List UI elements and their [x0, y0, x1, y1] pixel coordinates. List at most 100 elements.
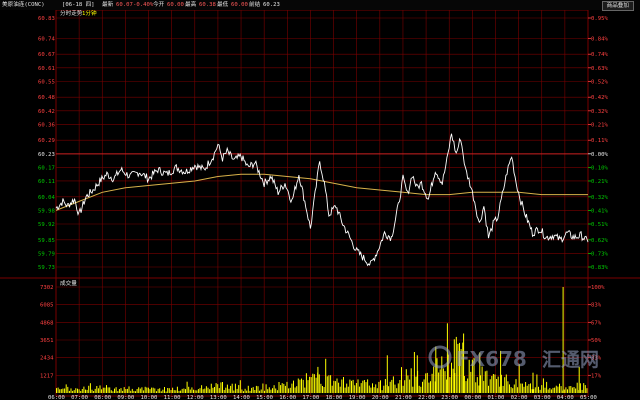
volume-bar: [410, 368, 412, 393]
volume-bar: [370, 387, 372, 393]
volume-bar: [226, 384, 228, 393]
volume-bar: [336, 378, 338, 393]
volume-bar: [65, 384, 67, 393]
volume-bar: [64, 388, 66, 393]
volume-bar: [449, 377, 451, 393]
volume-bar: [494, 374, 496, 393]
chart-canvas[interactable]: 60.83 0.95% 60.74 0.84% 60.67 0.74% 60.61 0.63%…: [0, 0, 640, 400]
volume-bar: [241, 389, 243, 393]
volume-bar: [144, 386, 146, 393]
volume-bar: [310, 377, 312, 393]
volume-bar: [215, 383, 217, 393]
volume-bar: [515, 379, 517, 393]
volume-bar: [373, 387, 375, 393]
volume-bar: [318, 374, 320, 393]
volume-bar: [146, 387, 148, 393]
time-axis-label: 00:00: [464, 395, 481, 400]
price-axis-label: 60.23: [38, 152, 55, 158]
volume-bar: [301, 378, 302, 393]
volume-bar: [85, 389, 86, 393]
volume-bar: [110, 390, 112, 393]
volume-bar: [236, 388, 238, 393]
volume-bar: [160, 391, 162, 393]
volume-bar: [488, 385, 489, 393]
price-axis-label: 59.79: [38, 251, 55, 257]
volume-bar: [175, 390, 177, 393]
volume-bar: [359, 386, 361, 393]
volume-bar: [272, 388, 273, 393]
add-commodity-button[interactable]: 商品叠加: [601, 1, 634, 11]
prev-settle-value: 60.23: [263, 2, 280, 8]
volume-percent-label: 50%: [591, 338, 602, 344]
volume-bar: [396, 388, 398, 393]
percent-axis-label: 0.32%: [591, 109, 608, 115]
volume-bar: [143, 390, 145, 393]
low-value: 60.00: [231, 2, 248, 8]
latest-label: 最新: [102, 2, 114, 8]
volume-bar: [431, 373, 433, 393]
volume-axis-label: 3651: [40, 338, 53, 344]
volume-bar: [333, 380, 335, 393]
price-axis-label: 60.17: [38, 165, 55, 171]
volume-bar: [412, 386, 414, 393]
volume-bar: [183, 388, 185, 393]
volume-bar: [172, 387, 174, 393]
volume-bar: [573, 387, 575, 393]
volume-bar: [420, 386, 422, 393]
volume-bar: [207, 387, 209, 393]
volume-bar: [218, 388, 220, 393]
volume-bar: [430, 381, 431, 393]
volume-bar: [293, 380, 294, 393]
time-axis-label: 10:00: [141, 395, 158, 400]
volume-bar: [401, 367, 402, 393]
volume-bar: [563, 389, 565, 393]
volume-bar: [270, 389, 272, 393]
volume-bar: [249, 390, 251, 393]
volume-bar: [257, 386, 259, 393]
time-axis-label: 09:00: [117, 395, 134, 400]
volume-bar: [262, 383, 264, 393]
period-label: 1分钟: [82, 9, 97, 17]
time-axis-label: 01:00: [487, 395, 504, 400]
volume-bar: [194, 390, 196, 393]
volume-bar: [555, 385, 557, 393]
volume-bar: [549, 388, 551, 393]
volume-bar: [322, 386, 323, 393]
percent-axis-label: 0.95%: [591, 16, 608, 22]
volume-bar: [544, 387, 546, 393]
volume-bar: [536, 374, 538, 393]
volume-bar: [428, 382, 430, 393]
volume-bar: [357, 379, 359, 393]
volume-bar: [230, 385, 232, 393]
volume-bar: [526, 385, 528, 393]
price-axis-label: 60.61: [38, 66, 55, 72]
volume-bar: [75, 388, 77, 393]
volume-bar: [276, 390, 278, 393]
volume-bar: [352, 379, 354, 393]
volume-bar: [509, 384, 510, 393]
volume-bar: [586, 388, 588, 393]
volume-bar: [80, 391, 82, 393]
volume-bar: [451, 362, 452, 393]
volume-bar: [197, 389, 199, 393]
volume-bar: [570, 386, 572, 393]
price-axis-label: 60.55: [38, 79, 55, 85]
volume-bar: [178, 390, 180, 393]
volume-bar: [388, 386, 390, 393]
volume-bar: [225, 387, 227, 393]
volume-bar: [251, 387, 253, 393]
volume-bar: [376, 388, 378, 393]
volume-bar: [57, 387, 59, 393]
volume-bar: [530, 383, 531, 393]
volume-bar: [220, 382, 222, 393]
time-axis-label: 02:00: [511, 395, 528, 400]
volume-bar: [583, 383, 585, 393]
volume-bar: [165, 391, 167, 393]
time-axis-label: 05:00: [580, 395, 597, 400]
volume-axis-label: 6085: [40, 303, 53, 309]
volume-bar: [476, 377, 478, 393]
volume-bar: [268, 387, 270, 393]
volume-bar: [532, 372, 534, 393]
volume-bar: [486, 370, 488, 393]
volume-bar: [275, 388, 277, 393]
